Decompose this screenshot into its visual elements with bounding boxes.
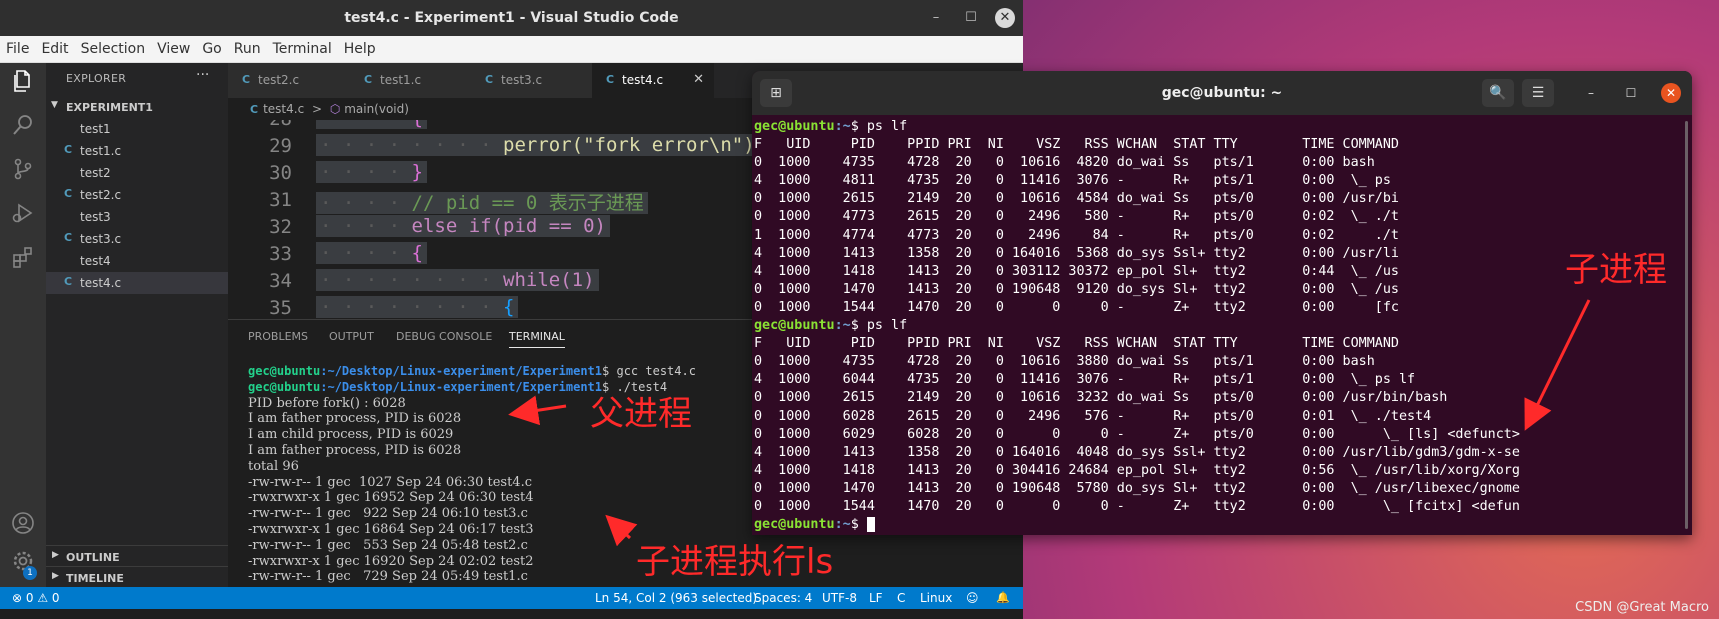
arrow-to-defunct-ls [1524,299,1591,431]
arrow-to-ls-output [605,514,638,547]
annotation-arrows [508,299,1591,547]
arrow-to-father-line [508,395,567,426]
watermark: CSDN @Great Macro [1575,600,1709,615]
